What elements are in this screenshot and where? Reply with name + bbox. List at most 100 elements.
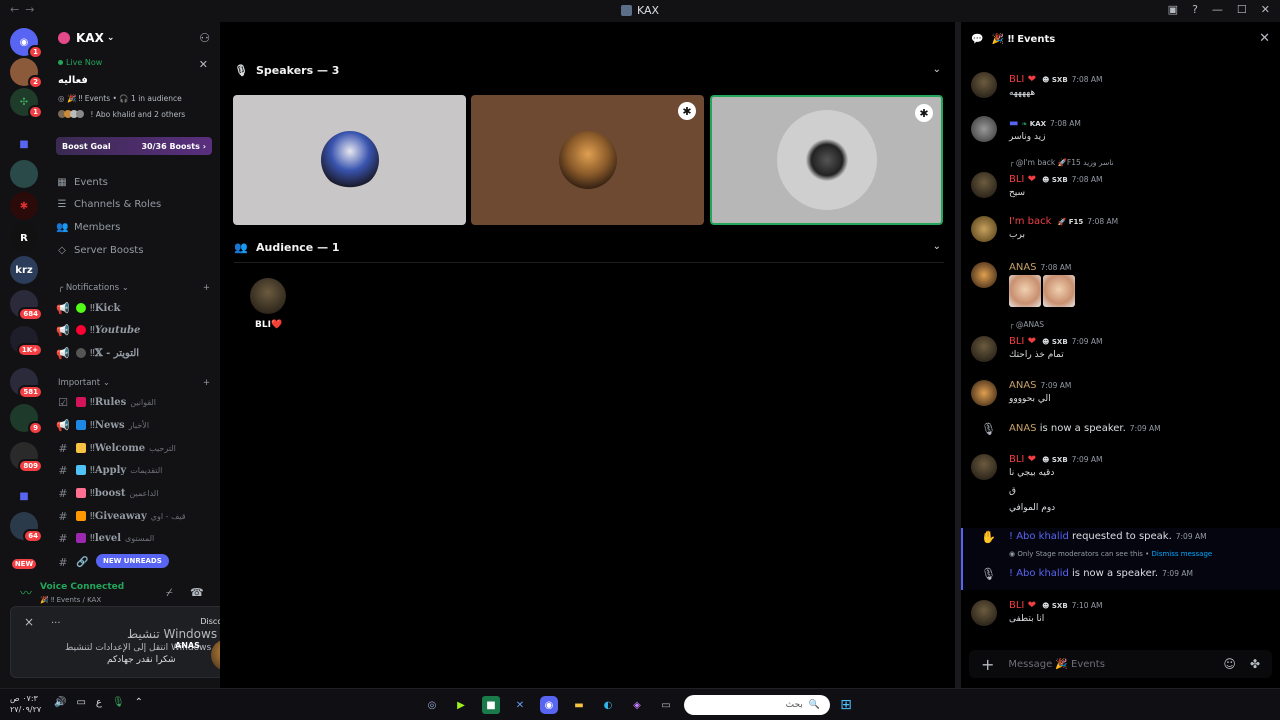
new-servers-indicator[interactable]: NEW xyxy=(10,550,38,578)
channel-rules[interactable]: ☑ ‼ Rules القوانين xyxy=(56,392,212,412)
avatar[interactable] xyxy=(971,336,997,362)
folder-icon[interactable]: 581 xyxy=(10,368,43,399)
avatar[interactable] xyxy=(971,216,997,242)
inbox-icon[interactable]: ▣ xyxy=(1168,3,1178,16)
disconnect-icon[interactable]: ☎ xyxy=(190,586,204,599)
menu-members[interactable]: 👥 Members xyxy=(56,217,212,237)
speakers-header[interactable]: 🎙 Speakers — 3 xyxy=(234,64,339,77)
channel-twitter[interactable]: 📢 ‼ 𝕏 - التويتر xyxy=(56,343,212,363)
folder-icon[interactable]: ■ xyxy=(10,482,38,510)
role-color-name[interactable]: ▬ xyxy=(1009,118,1018,129)
audience-header[interactable]: 👥 Audience — 1 xyxy=(234,241,340,254)
username[interactable]: BLI xyxy=(1009,74,1024,85)
maximize-icon[interactable]: ☐ xyxy=(1237,3,1247,16)
game-launcher-icon[interactable]: ▶ xyxy=(452,696,470,714)
server-icon[interactable]: R xyxy=(10,224,38,252)
chevron-up-icon[interactable]: ⌃ xyxy=(135,697,143,708)
add-attachment-icon[interactable]: + xyxy=(981,655,994,674)
server-icon[interactable] xyxy=(10,160,38,188)
taskbar-search[interactable]: بحث 🔍 xyxy=(684,695,830,715)
more-icon[interactable]: ... xyxy=(51,615,61,626)
folder-icon[interactable]: ■ xyxy=(10,130,38,158)
channel-level[interactable]: # ‼ level المستوى xyxy=(56,528,212,548)
avatar[interactable] xyxy=(971,454,997,480)
reply-preview[interactable]: ╭ @I'm back 🚀F15 ناسر وزيد xyxy=(1009,158,1114,167)
channel-kick[interactable]: 📢 ‼ Kick xyxy=(56,298,212,318)
menu-channels-roles[interactable]: ☰ Channels & Roles xyxy=(56,194,212,214)
channel-boost[interactable]: # ‼ boost الداعمين xyxy=(56,483,212,503)
reply-preview[interactable]: ╭ @ANAS xyxy=(1009,320,1044,329)
folder-icon[interactable]: 9 xyxy=(10,404,43,435)
avatar[interactable] xyxy=(971,72,997,98)
server-icon[interactable]: 64 xyxy=(10,512,43,543)
message-input[interactable]: + Message 🎉 Events ☺ ✤ xyxy=(969,650,1272,678)
username[interactable]: ANAS xyxy=(1009,262,1037,273)
edge-icon[interactable]: ◐ xyxy=(599,696,617,714)
username[interactable]: BLI xyxy=(1009,454,1024,465)
audience-avatar[interactable] xyxy=(250,278,286,314)
username[interactable]: BLI xyxy=(1009,600,1024,611)
avatar[interactable] xyxy=(971,600,997,626)
close-icon[interactable]: ✕ xyxy=(199,58,208,71)
system-clock[interactable]: ٠٧:٣ ص ٢٧/٠٩/٢٧ xyxy=(10,693,41,715)
help-icon[interactable]: ? xyxy=(1192,3,1198,16)
discord-home-icon[interactable]: ◉ 1 xyxy=(10,28,43,59)
menu-server-boosts[interactable]: ◇ Server Boosts xyxy=(56,240,212,260)
dismiss-message-link[interactable]: Dismiss message xyxy=(1152,550,1213,558)
username[interactable]: ANAS xyxy=(1009,380,1037,391)
notification-toast[interactable]: × ... Discord تنشيط Windows انتقل إلى ال… xyxy=(10,606,253,678)
username[interactable]: I'm back xyxy=(1009,216,1051,227)
boost-goal[interactable]: Boost Goal 30/36 Boosts › xyxy=(56,137,212,155)
language-indicator[interactable]: ع xyxy=(96,697,102,708)
folder-icon[interactable]: 684 xyxy=(10,290,43,321)
avatar[interactable] xyxy=(971,262,997,288)
chevron-down-icon[interactable]: ⌄ xyxy=(933,241,941,252)
username[interactable]: BLI xyxy=(1009,336,1024,347)
channel-welcome[interactable]: # ‼ Welcome الترحيب xyxy=(56,438,212,458)
discord-icon[interactable]: ◉ xyxy=(540,696,558,714)
app-icon[interactable]: ■ xyxy=(482,696,500,714)
avatar[interactable] xyxy=(971,172,997,198)
username[interactable]: ! Abo khalid xyxy=(1009,531,1069,542)
start-icon[interactable]: ⊞ xyxy=(837,696,855,714)
category-important[interactable]: Important ⌄ + xyxy=(58,378,210,388)
username[interactable]: BLI xyxy=(1009,174,1024,185)
live-stage-title[interactable]: فعاليه xyxy=(58,75,88,86)
close-icon[interactable]: ✕ xyxy=(1259,31,1270,46)
guild-header[interactable]: KAX ⌄ ⚇ xyxy=(48,22,220,54)
avatar[interactable] xyxy=(971,116,997,142)
tools-icon[interactable]: ✕ xyxy=(511,696,529,714)
add-channel-icon[interactable]: + xyxy=(203,378,210,388)
close-icon[interactable]: × xyxy=(24,615,34,629)
channel-youtube[interactable]: 📢 ‼ Youtube xyxy=(56,320,212,340)
username[interactable]: ANAS xyxy=(1009,423,1037,434)
noise-suppression-icon[interactable]: ⌿ xyxy=(166,586,173,600)
network-icon[interactable]: ▭ xyxy=(76,697,85,708)
copilot-icon[interactable]: ◈ xyxy=(628,696,646,714)
server-icon[interactable]: ✣ 1 xyxy=(10,88,43,119)
emoji-icon[interactable]: ☺ xyxy=(1223,657,1236,671)
apps-icon[interactable]: ✤ xyxy=(1250,657,1260,671)
add-member-icon[interactable]: ⚇ xyxy=(199,31,210,45)
speaker-tile[interactable]: ✱ xyxy=(471,95,704,225)
dm-avatar[interactable]: 2 xyxy=(10,58,43,89)
close-window-icon[interactable]: ✕ xyxy=(1261,3,1270,16)
microphone-icon[interactable]: 🎙 xyxy=(112,697,125,708)
minimize-icon[interactable]: — xyxy=(1212,3,1223,16)
channel-apply[interactable]: # ‼ Apply التقديمات xyxy=(56,460,212,480)
image-attachment[interactable] xyxy=(1009,275,1041,307)
channel-giveaway[interactable]: # ‼ Giveaway قيف - اوي xyxy=(56,506,212,526)
avatar[interactable] xyxy=(971,380,997,406)
chevron-down-icon[interactable]: ⌄ xyxy=(933,64,941,75)
speaker-tile-speaking[interactable]: ✱ xyxy=(710,95,943,225)
username[interactable]: ! Abo khalid xyxy=(1009,568,1069,579)
new-unreads-button[interactable]: NEW UNREADS xyxy=(96,554,169,568)
folder-icon[interactable]: 809 xyxy=(10,442,43,473)
add-channel-icon[interactable]: + xyxy=(203,283,210,293)
speaker-tile[interactable] xyxy=(233,95,466,225)
file-explorer-icon[interactable]: ▬ xyxy=(570,696,588,714)
server-icon[interactable]: krz xyxy=(10,256,38,284)
category-notifications[interactable]: ╭ Notifications ⌄ + xyxy=(58,283,210,293)
window-icon[interactable]: ▭ xyxy=(657,696,675,714)
channel-news[interactable]: 📢 ‼ News الأخبار xyxy=(56,415,212,435)
